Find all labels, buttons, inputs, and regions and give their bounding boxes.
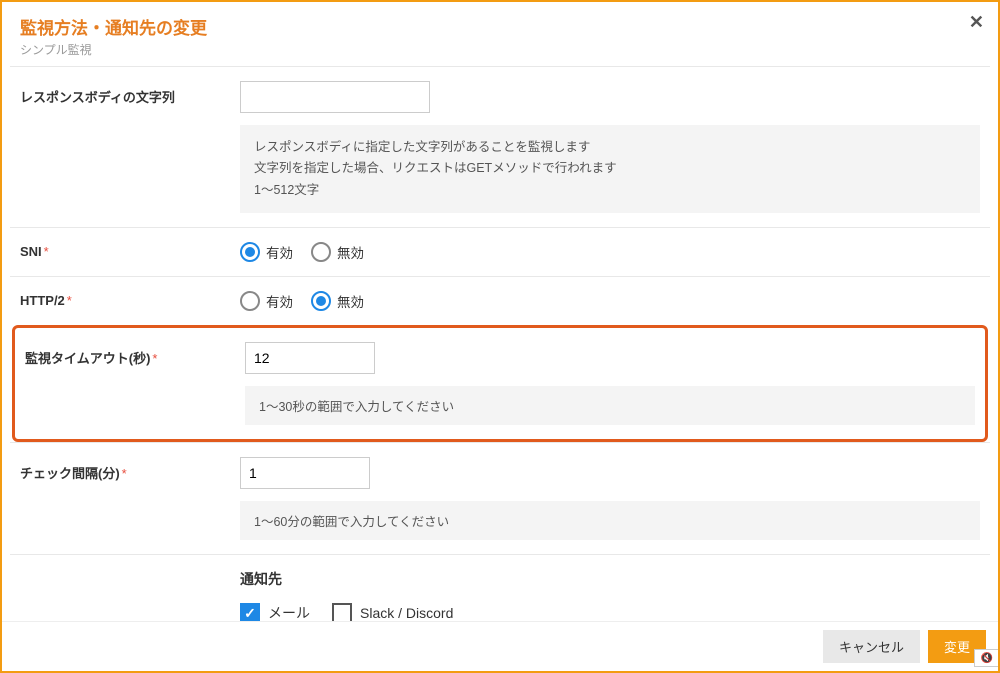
sni-disabled-radio[interactable]: 無効 xyxy=(311,242,364,262)
checkbox-icon xyxy=(240,603,260,623)
content-interval: 1〜60分の範囲で入力してください xyxy=(240,457,980,540)
help-response-body: レスポンスボディに指定した文字列があることを監視します 文字列を指定した場合、リ… xyxy=(240,125,980,213)
row-timeout: 監視タイムアウト(秒) 1〜30秒の範囲で入力してください xyxy=(15,328,985,439)
content-response-body: レスポンスボディに指定した文字列があることを監視します 文字列を指定した場合、リ… xyxy=(240,81,980,213)
response-body-input[interactable] xyxy=(240,81,430,113)
modal-title: 監視方法・通知先の変更 xyxy=(20,14,980,39)
help-timeout: 1〜30秒の範囲で入力してください xyxy=(245,386,975,425)
radio-icon xyxy=(311,242,331,262)
label-notify-spacer xyxy=(20,569,240,575)
highlight-timeout: 監視タイムアウト(秒) 1〜30秒の範囲で入力してください xyxy=(12,325,988,442)
radio-icon xyxy=(240,291,260,311)
row-http2: HTTP/2 有効 無効 xyxy=(10,276,990,325)
modal-dialog: 監視方法・通知先の変更 シンプル監視 ✕ レスポンスボディの文字列 レスポンスボ… xyxy=(0,0,1000,673)
notify-mail-checkbox[interactable]: メール xyxy=(240,603,310,623)
label-http2: HTTP/2 xyxy=(20,293,240,308)
radio-label: 有効 xyxy=(266,291,293,311)
help-interval: 1〜60分の範囲で入力してください xyxy=(240,501,980,540)
modal-header: 監視方法・通知先の変更 シンプル監視 ✕ xyxy=(2,2,998,66)
notify-heading: 通知先 xyxy=(240,569,980,589)
row-interval: チェック間隔(分) 1〜60分の範囲で入力してください xyxy=(10,442,990,554)
modal-footer: キャンセル 変更 xyxy=(2,621,998,671)
help-line: レスポンスボディに指定した文字列があることを監視します xyxy=(254,137,966,158)
label-sni: SNI xyxy=(20,244,240,259)
label-response-body: レスポンスボディの文字列 xyxy=(20,81,240,106)
checkbox-label: メール xyxy=(268,603,310,623)
radio-icon xyxy=(311,291,331,311)
http2-radio-group: 有効 無効 xyxy=(240,291,980,311)
help-line: 文字列を指定した場合、リクエストはGETメソッドで行われます xyxy=(254,158,966,179)
content-timeout: 1〜30秒の範囲で入力してください xyxy=(245,342,975,425)
notify-checkbox-row: メール Slack / Discord xyxy=(240,603,980,623)
checkbox-icon xyxy=(332,603,352,623)
timeout-input[interactable] xyxy=(245,342,375,374)
http2-enabled-radio[interactable]: 有効 xyxy=(240,291,293,311)
radio-label: 無効 xyxy=(337,291,364,311)
row-response-body: レスポンスボディの文字列 レスポンスボディに指定した文字列があることを監視します… xyxy=(10,66,990,227)
sni-radio-group: 有効 無効 xyxy=(240,242,980,262)
interval-input[interactable] xyxy=(240,457,370,489)
row-sni: SNI 有効 無効 xyxy=(10,227,990,276)
notify-slack-checkbox[interactable]: Slack / Discord xyxy=(332,603,453,623)
close-icon[interactable]: ✕ xyxy=(969,12,984,33)
label-timeout: 監視タイムアウト(秒) xyxy=(25,342,245,367)
content-sni: 有効 無効 xyxy=(240,242,980,262)
http2-disabled-radio[interactable]: 無効 xyxy=(311,291,364,311)
sni-enabled-radio[interactable]: 有効 xyxy=(240,242,293,262)
modal-body: レスポンスボディの文字列 レスポンスボディに指定した文字列があることを監視します… xyxy=(2,66,998,673)
radio-icon xyxy=(240,242,260,262)
volume-muted-icon[interactable]: 🔇 xyxy=(974,649,1000,667)
radio-label: 有効 xyxy=(266,242,293,262)
label-interval: チェック間隔(分) xyxy=(20,457,240,482)
modal-subtitle: シンプル監視 xyxy=(20,41,980,58)
cancel-button[interactable]: キャンセル xyxy=(823,630,920,663)
help-line: 1〜512文字 xyxy=(254,180,966,201)
radio-label: 無効 xyxy=(337,242,364,262)
checkbox-label: Slack / Discord xyxy=(360,605,453,621)
content-http2: 有効 無効 xyxy=(240,291,980,311)
